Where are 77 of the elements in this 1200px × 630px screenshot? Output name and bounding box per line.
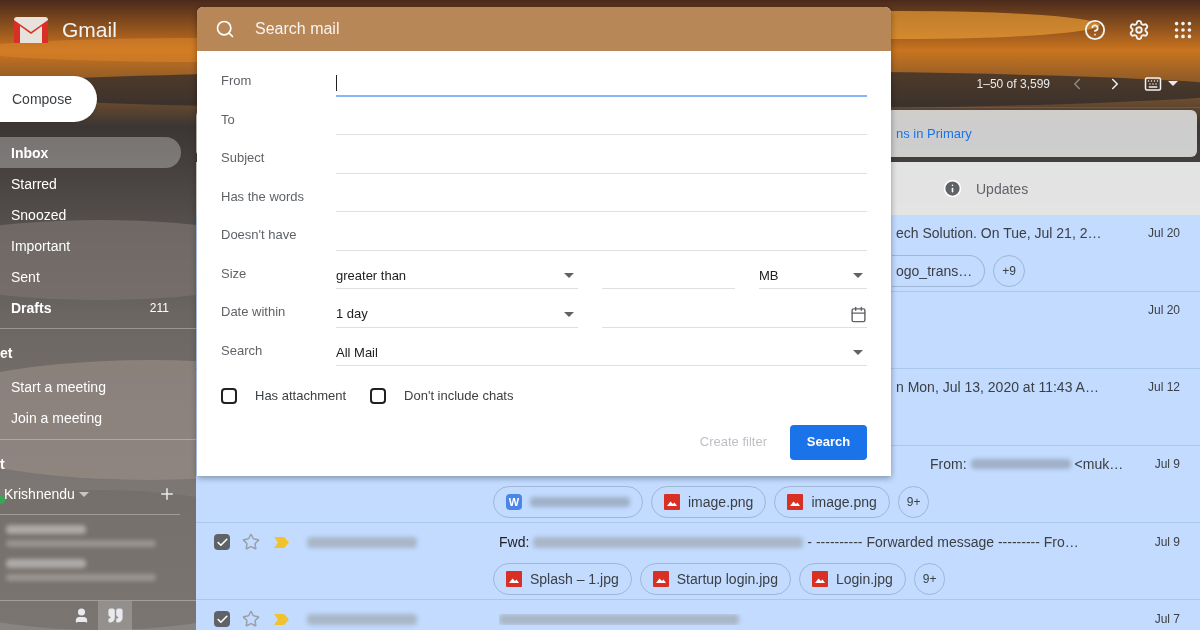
apps-icon[interactable] <box>1172 19 1194 41</box>
field-label: Size <box>221 264 248 283</box>
email-snippet: ech Solution. On Tue, Jul 21, 2… <box>896 224 1102 243</box>
email-snippet: n Mon, Jul 13, 2020 at 11:43 A… <box>896 378 1099 397</box>
nav-item[interactable]: Snoozed <box>0 199 181 230</box>
caret-icon <box>853 350 863 355</box>
app-name: Gmail <box>62 17 117 43</box>
search-icon[interactable] <box>215 19 235 39</box>
help-icon[interactable] <box>1084 19 1106 41</box>
image-file-icon <box>664 494 680 510</box>
caret-icon <box>564 311 574 317</box>
nav-item[interactable]: Inbox <box>0 137 181 168</box>
email-date: Jul 7 <box>1154 611 1180 627</box>
info-icon <box>943 179 962 198</box>
nav-item[interactable]: Important <box>0 230 181 261</box>
email-snippet: - ---------- Forwarded message --------- Fro… <box>807 533 1079 552</box>
section-heading: t <box>0 455 6 474</box>
envelope-logo-icon <box>14 17 48 43</box>
checkbox[interactable] <box>214 611 230 627</box>
importance-marker-icon[interactable] <box>274 613 289 625</box>
comparator-select[interactable]: greater than <box>336 263 578 289</box>
page-range: 1–50 of 3,599 <box>976 75 1050 92</box>
unit-select[interactable]: MB <box>759 263 867 289</box>
email-date: Jul 12 <box>1147 379 1180 395</box>
nav-item[interactable]: Drafts 211 <box>0 292 181 323</box>
star-icon[interactable] <box>242 610 260 628</box>
search-placeholder: Search mail <box>255 19 340 39</box>
caret-icon <box>564 273 574 278</box>
image-file-icon <box>811 571 828 587</box>
field-label: From <box>221 72 253 90</box>
image-file-icon <box>652 571 669 587</box>
search-button[interactable]: Search <box>790 424 867 460</box>
caret-icon <box>853 273 863 278</box>
field-label: To <box>221 110 236 129</box>
email-subject-prefix: Fwd: <box>499 533 530 552</box>
nav-item[interactable]: Sent <box>0 261 181 292</box>
section-heading: et <box>0 344 14 363</box>
star-icon[interactable] <box>242 533 260 551</box>
mailbox-select[interactable]: All Mail <box>336 340 867 366</box>
email-date: Jul 9 <box>1154 456 1180 472</box>
field-label: Search <box>221 341 264 360</box>
document-icon: W <box>506 494 522 510</box>
sidebar-tab[interactable] <box>98 600 132 630</box>
field-label: Subject <box>221 149 266 167</box>
image-file-icon <box>787 494 804 510</box>
email-row[interactable]: Fwd: - ---------- Forwarded message --------- Fro… Jul 9 Splash – 1.jpg Startup login.jpg Login.jpg 9+ <box>196 523 1200 600</box>
add-icon[interactable] <box>158 485 176 503</box>
checkbox[interactable] <box>221 387 237 404</box>
compose-button[interactable]: Compose <box>0 76 97 122</box>
image-file-icon <box>506 571 522 587</box>
field-label: Has the words <box>221 187 306 206</box>
email-date: Jul 20 <box>1147 225 1180 241</box>
date-range-select[interactable]: 1 day <box>336 301 578 328</box>
importance-marker-icon[interactable] <box>274 536 289 548</box>
nav-item[interactable]: Starred <box>0 168 181 199</box>
email-snippet-label: From: <box>930 455 967 474</box>
field-label: Doesn't have <box>221 226 298 244</box>
settings-icon[interactable] <box>1128 19 1150 41</box>
calendar-icon[interactable] <box>850 305 867 323</box>
text-cursor <box>336 74 337 91</box>
caret-icon <box>78 491 89 497</box>
checkbox[interactable] <box>370 387 387 404</box>
input-tools-menu[interactable] <box>1144 74 1178 93</box>
caret-icon <box>1168 81 1178 86</box>
checkbox-label: Don't include chats <box>404 387 514 405</box>
email-date: Jul 9 <box>1154 534 1180 550</box>
email-snippet: <muk… <box>1074 455 1124 474</box>
checkbox[interactable] <box>214 534 230 550</box>
meet-item[interactable]: Start a meeting <box>0 371 196 402</box>
checkbox-label: Has attachment <box>255 387 347 405</box>
unread-count: 211 <box>149 299 169 316</box>
quote-bubble-icon <box>106 607 124 624</box>
email-date: Jul 20 <box>1147 302 1180 318</box>
chat-user-menu[interactable]: Krishnendu <box>0 484 89 504</box>
meet-item[interactable]: Join a meeting <box>0 402 196 433</box>
field-label: Date within <box>221 303 287 321</box>
email-row[interactable]: Jul 7 <box>196 600 1200 630</box>
